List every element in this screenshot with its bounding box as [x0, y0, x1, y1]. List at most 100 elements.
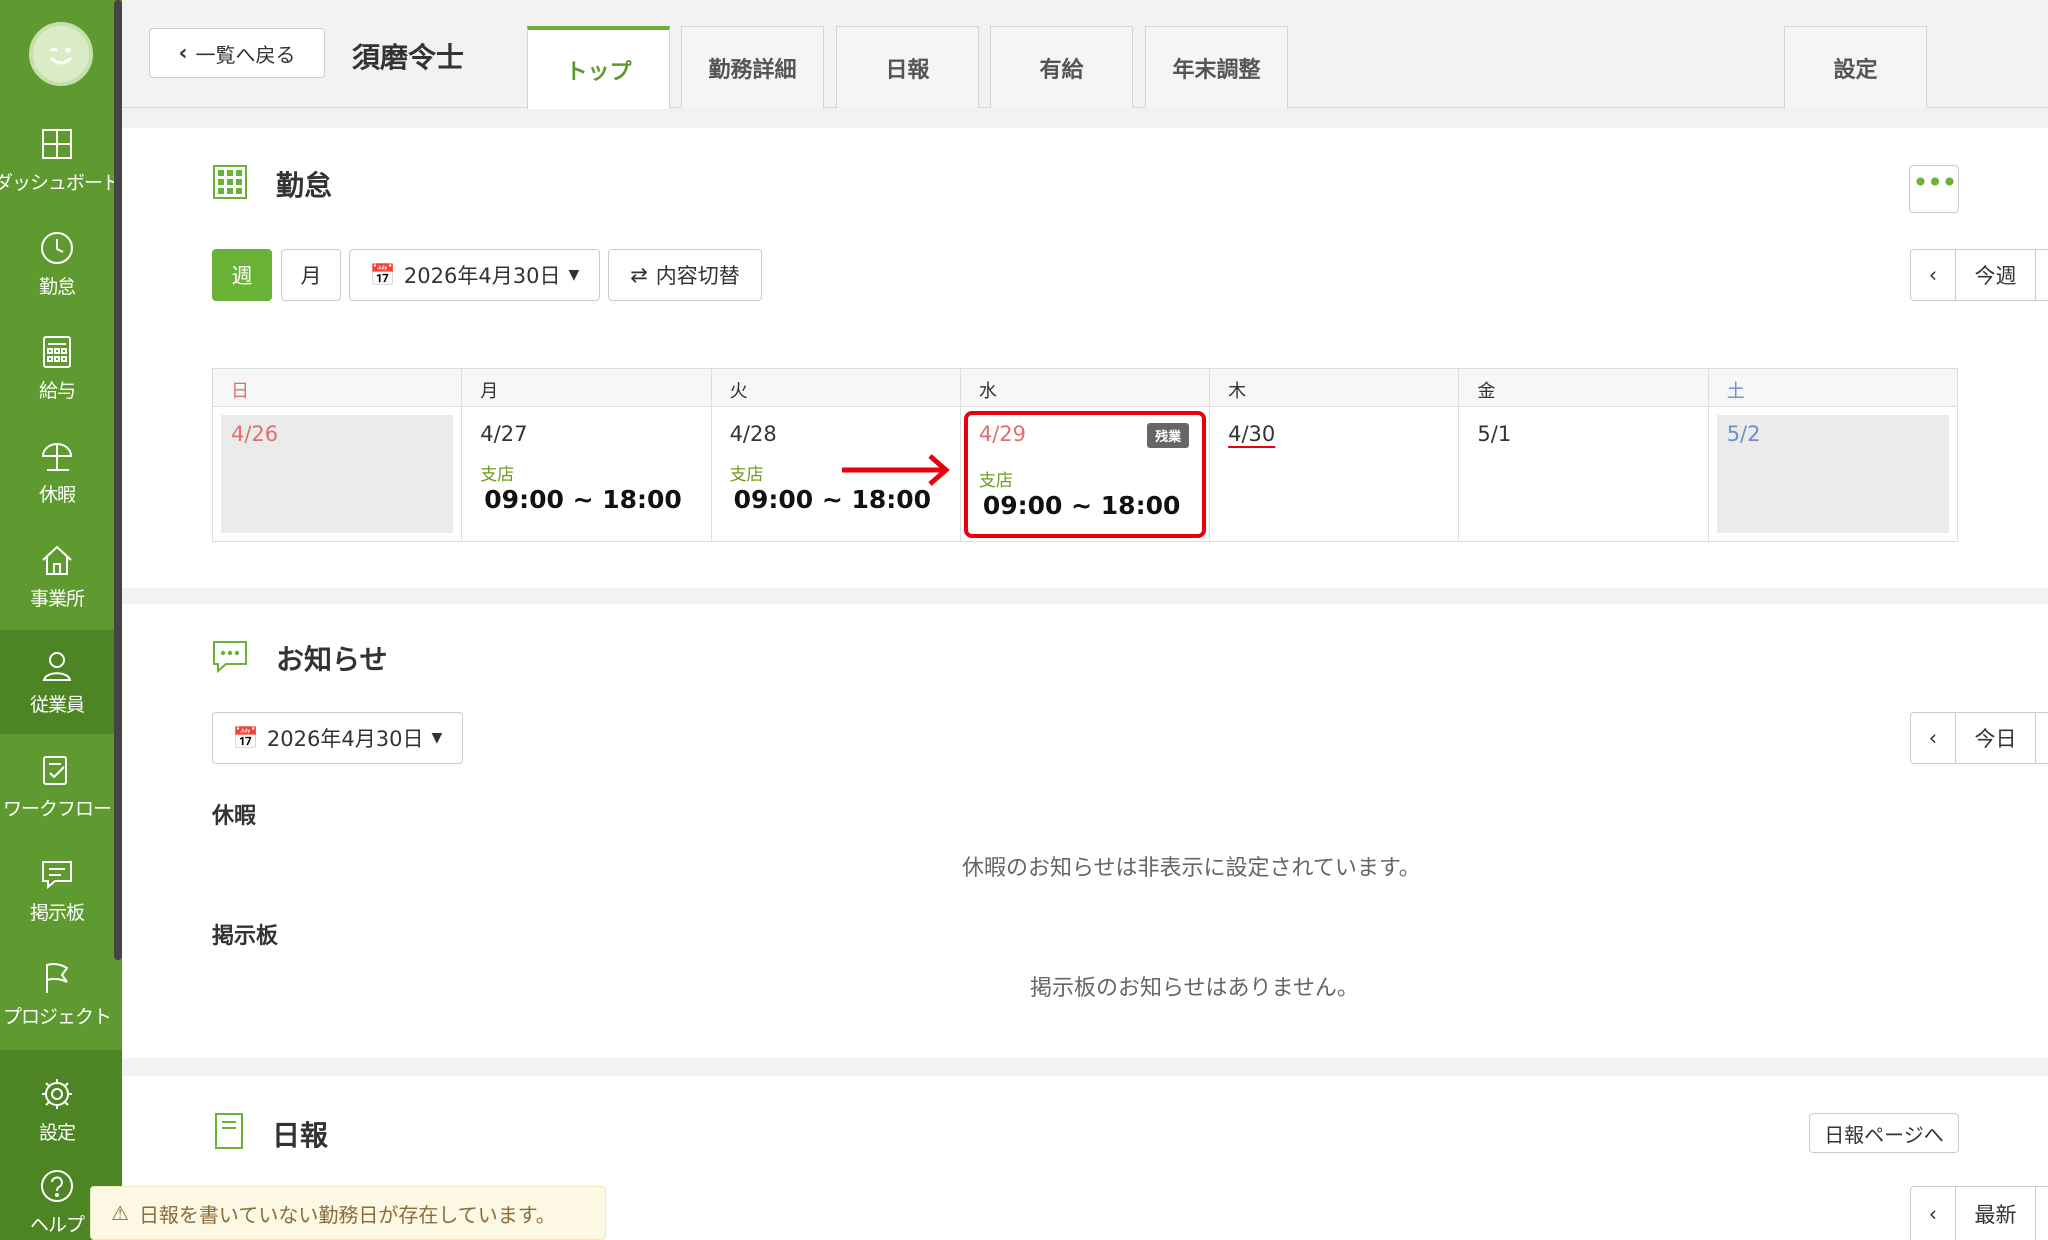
day-date: 4/26	[231, 422, 279, 446]
sidebar-scrollbar[interactable]	[114, 0, 122, 960]
calendar-day[interactable]: 5/1	[1458, 407, 1707, 541]
weekly-calendar: 日 月 火 水 木 金 土 4/26 4/27 支店 09:00 ~ 18:00…	[212, 368, 1958, 542]
tab-daily-report[interactable]: 日報	[836, 26, 979, 108]
sidebar-item-label: 休暇	[38, 483, 76, 506]
more-options-button[interactable]: •••	[1909, 165, 1959, 213]
work-location: 支店	[480, 465, 515, 485]
sidebar-item-payroll[interactable]: 給与	[0, 316, 114, 420]
smiley-logo-icon	[49, 47, 73, 65]
tab-year-end-adjustment[interactable]: 年末調整	[1145, 26, 1288, 108]
day-date: 4/28	[729, 422, 777, 446]
work-hours: 09:00 ~ 18:00	[733, 485, 932, 514]
weekday-wednesday: 水	[959, 369, 1209, 406]
warning-text: 日報を書いていない勤務日が存在しています。	[138, 1202, 556, 1227]
board-heading: 掲示板	[212, 924, 279, 949]
content-switch-button[interactable]: ⇄ 内容切替	[608, 249, 762, 301]
tab-work-details[interactable]: 勤務詳細	[681, 26, 824, 108]
tab-top[interactable]: トップ	[527, 26, 670, 109]
week-view-button[interactable]: 週	[212, 249, 272, 301]
page-header: ‹ 一覧へ戻る 須磨令士 トップ 勤務詳細 日報 有給 年末調整 設定	[122, 0, 2048, 109]
month-view-button[interactable]: 月	[281, 249, 341, 301]
sidebar-item-settings[interactable]: 設定	[0, 1058, 114, 1162]
sidebar-item-dashboard[interactable]: ダッシュボード	[0, 108, 121, 212]
work-hours: 09:00 ~ 18:00	[484, 485, 682, 514]
calendar-body: 4/26 4/27 支店 09:00 ~ 18:00 4/28 支店 09:00…	[213, 407, 1957, 541]
calendar-icon: 📅	[369, 262, 396, 287]
ellipsis-icon: •••	[1912, 166, 1958, 199]
next-report-button[interactable]: ›	[2035, 1187, 2048, 1240]
sidebar-item-label: 勤怠	[38, 275, 76, 298]
calendar-day[interactable]: 4/26	[213, 407, 461, 541]
notices-date-picker[interactable]: 📅 2026年4月30日 ▼	[212, 712, 463, 764]
weekday-monday: 月	[461, 369, 710, 406]
sidebar-item-board[interactable]: 掲示板	[0, 838, 114, 942]
next-day-button[interactable]: ›	[2035, 713, 2048, 763]
umbrella-icon	[41, 442, 73, 471]
sidebar: ダッシュボード 勤怠 給与 休暇 事業所 従業員 ワークフロー 掲示板 プロジェ…	[0, 0, 122, 1240]
gear-icon	[42, 1078, 72, 1109]
latest-report-button[interactable]: 最新	[1955, 1187, 2035, 1240]
employee-name: 須磨令士	[352, 41, 465, 74]
day-navigation: ‹ 今日 ›	[1910, 712, 2048, 764]
calendar-day-highlighted[interactable]: 残業 4/29 支店 09:00 ~ 18:00	[959, 407, 1209, 541]
chevron-left-icon: ‹	[1928, 726, 1938, 750]
sidebar-item-label: 従業員	[29, 693, 85, 716]
day-date: 5/2	[1726, 422, 1761, 446]
calendar-day-today[interactable]: 4/30	[1209, 407, 1458, 541]
flag-icon	[46, 962, 69, 993]
prev-report-button[interactable]: ‹	[1911, 1187, 1955, 1240]
today-button[interactable]: 今日	[1955, 713, 2035, 763]
sidebar-item-label: 給与	[38, 379, 76, 402]
day-date: 4/30	[1228, 422, 1276, 446]
board-notice-message: 掲示板のお知らせはありません。	[1030, 976, 1359, 1001]
sidebar-item-attendance[interactable]: 勤怠	[0, 212, 114, 316]
prev-week-button[interactable]: ‹	[1911, 250, 1955, 300]
daily-report-title: 日報	[272, 1119, 329, 1152]
attendance-date-picker[interactable]: 📅 2026年4月30日 ▼	[349, 249, 600, 301]
calendar-day[interactable]: 5/2	[1707, 407, 1957, 541]
overtime-badge: 残業	[1147, 423, 1190, 448]
report-navigation: ‹ 最新 ›	[1910, 1186, 2048, 1240]
app-logo[interactable]	[29, 22, 93, 86]
calendar-icon: 📅	[232, 725, 259, 750]
leave-notice-message: 休暇のお知らせは非表示に設定されています。	[962, 856, 1421, 881]
sidebar-item-workflow[interactable]: ワークフロー	[0, 734, 114, 838]
sidebar-item-label: 事業所	[29, 587, 85, 610]
prev-day-button[interactable]: ‹	[1911, 713, 1955, 763]
calendar-day[interactable]: 4/27 支店 09:00 ~ 18:00	[461, 407, 710, 541]
sidebar-item-project[interactable]: プロジェクト	[0, 942, 114, 1046]
sidebar-item-office[interactable]: 事業所	[0, 524, 114, 628]
weekday-sunday: 日	[231, 381, 249, 402]
week-navigation: ‹ 今週 ›	[1910, 249, 2048, 301]
weekday-friday: 金	[1458, 369, 1707, 406]
date-picker-label: 2026年4月30日	[266, 727, 424, 751]
daily-report-page-link[interactable]: 日報ページへ	[1809, 1113, 1959, 1153]
calendar-header: 日 月 火 水 木 金 土	[213, 369, 1957, 407]
red-arrow-annotation	[841, 454, 950, 486]
weekday-saturday: 土	[1707, 369, 1957, 406]
sidebar-item-label: ワークフロー	[2, 797, 112, 820]
dashboard-icon	[42, 128, 72, 159]
weekday-thursday: 木	[1209, 369, 1458, 406]
calculator-icon	[43, 335, 71, 368]
tab-settings[interactable]: 設定	[1784, 26, 1927, 108]
tab-paid-leave[interactable]: 有給	[990, 26, 1133, 108]
sidebar-item-leave[interactable]: 休暇	[0, 420, 114, 524]
attendance-title: 勤怠	[276, 169, 333, 202]
help-icon	[41, 1170, 73, 1202]
current-week-button[interactable]: 今週	[1955, 250, 2035, 300]
speech-bubble-icon	[213, 641, 247, 674]
caret-down-icon: ▼	[568, 267, 580, 283]
grid-calendar-icon	[213, 165, 247, 199]
calendar-day[interactable]: 4/28 支店 09:00 ~ 18:00	[710, 407, 960, 541]
sidebar-item-label: プロジェクト	[2, 1005, 112, 1028]
back-to-list-button[interactable]: ‹ 一覧へ戻る	[149, 28, 325, 78]
chevron-left-icon: ‹	[1928, 1201, 1938, 1226]
message-icon	[42, 860, 72, 889]
next-week-button[interactable]: ›	[2035, 250, 2048, 300]
home-icon	[42, 545, 72, 575]
checklist-icon	[43, 755, 67, 785]
sidebar-item-label: ヘルプ	[29, 1214, 85, 1236]
sidebar-item-employee[interactable]: 従業員	[0, 630, 114, 734]
sidebar-item-label: 設定	[38, 1121, 76, 1144]
